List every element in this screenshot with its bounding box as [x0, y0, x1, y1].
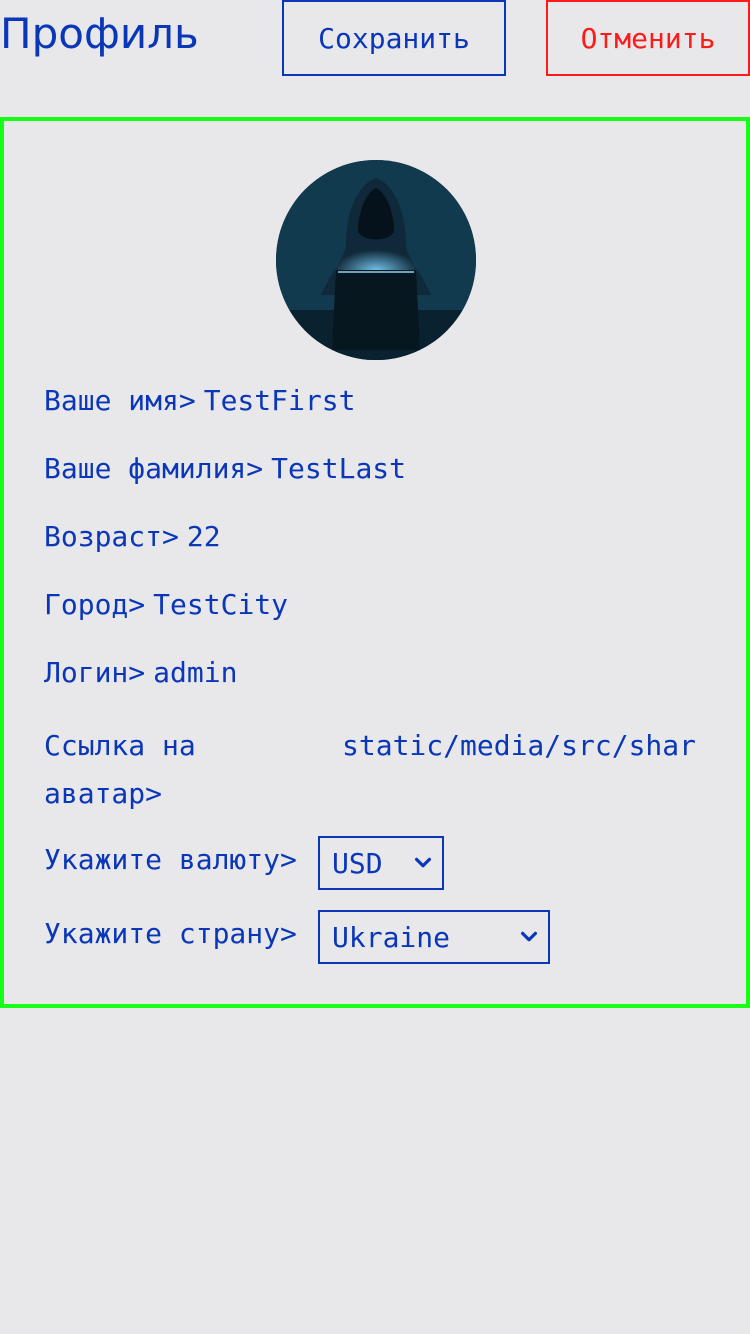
field-age: Возраст> 22 [44, 520, 221, 553]
field-city: Город> TestCity [44, 588, 288, 621]
country-selected-value: Ukraine [332, 920, 451, 954]
chevron-down-icon [520, 931, 538, 942]
currency-label: Укажите валюту> [44, 843, 297, 876]
field-value: 22 [186, 520, 221, 553]
country-label: Укажите страну> [44, 917, 297, 950]
field-value: TestLast [271, 452, 407, 485]
avatar-link-value: static/media/src/shar [342, 729, 697, 762]
hooded-figure-laptop-image [276, 160, 476, 360]
field-label: Возраст> [44, 520, 179, 553]
field-label: Город> [44, 588, 146, 621]
avatar-link-label: Ссылка на аватар> [44, 729, 196, 810]
country-select[interactable]: Ukraine [318, 910, 550, 964]
chevron-down-icon [414, 857, 432, 868]
save-button[interactable]: Сохранить [282, 0, 506, 76]
field-login: Логин> admin [44, 656, 237, 689]
field-value: TestCity [153, 588, 289, 621]
field-label: Ваше имя> [44, 384, 196, 417]
currency-selected-value: USD [332, 846, 383, 880]
page-title: Профиль [0, 9, 199, 58]
cancel-button[interactable]: Отменить [546, 0, 750, 76]
currency-select[interactable]: USD [318, 836, 444, 890]
field-value: TestFirst [203, 384, 356, 417]
field-label: Ваше фамилия> [44, 452, 264, 485]
field-value: admin [153, 656, 238, 689]
field-label: Логин> [44, 656, 146, 689]
avatar [276, 160, 476, 360]
field-last-name: Ваше фамилия> TestLast [44, 452, 406, 485]
field-first-name: Ваше имя> TestFirst [44, 384, 355, 417]
